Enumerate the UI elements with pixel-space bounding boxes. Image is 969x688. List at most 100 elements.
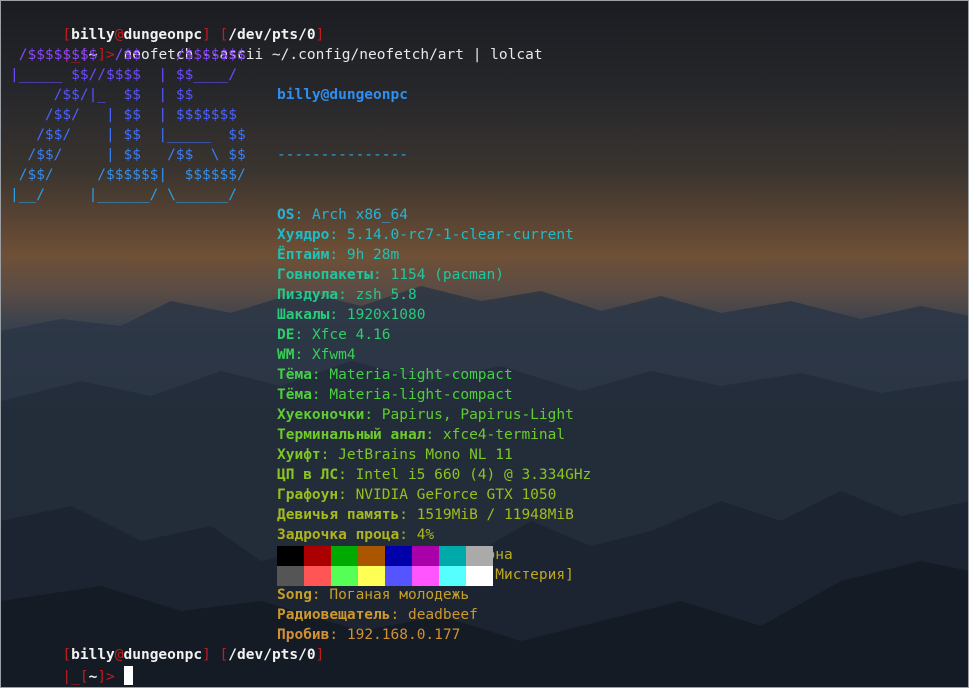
info-separator: --------------- xyxy=(277,147,408,163)
palette-bright-row xyxy=(277,566,493,586)
info-key: Хуеконочки xyxy=(277,407,365,423)
info-value: 1154 (pacman) xyxy=(390,267,505,283)
palette-swatch xyxy=(412,566,439,586)
info-row: Девичья память: 1519MiB / 11948MiB xyxy=(277,505,591,525)
palette-swatch xyxy=(385,546,412,566)
info-row: Хуифт: JetBrains Mono NL 11 xyxy=(277,445,591,465)
info-value: 9h 28m xyxy=(346,247,400,263)
info-row: Хуядро: 5.14.0-rc7-1-clear-current xyxy=(277,225,591,245)
info-header: billy@dungeonpc xyxy=(277,87,408,103)
info-key: ЦП в ЛС xyxy=(277,467,339,483)
info-value: Xfwm4 xyxy=(311,347,356,363)
info-key: Song xyxy=(277,587,312,603)
info-value: Xfce 4.16 xyxy=(311,327,391,343)
command-line: |_[~]> neofetch --ascii ~/.config/neofet… xyxy=(62,47,543,63)
info-key: Шакалы xyxy=(277,307,330,323)
info-key: OS xyxy=(277,207,295,223)
terminal-window[interactable]: [billy@dungeonpc] [/dev/pts/0] |_[~]> ne… xyxy=(0,0,969,688)
info-row: ЦП в ЛС: Intel i5 660 (4) @ 3.334GHz xyxy=(277,465,591,485)
palette-swatch xyxy=(331,566,358,586)
info-row: Song: Поганая молодежь xyxy=(277,585,591,605)
info-key-separator: : xyxy=(329,227,347,243)
info-key: Девичья память xyxy=(277,507,400,523)
palette-normal-row xyxy=(277,546,493,566)
palette-swatch xyxy=(277,566,304,586)
info-value: JetBrains Mono NL 11 xyxy=(338,447,513,463)
info-row: Задрочка проца: 4% xyxy=(277,525,591,545)
info-value: 4% xyxy=(416,527,435,543)
palette-swatch xyxy=(466,546,493,566)
info-row: DE: Xfce 4.16 xyxy=(277,325,591,345)
info-key-separator: : xyxy=(399,507,417,523)
info-key-separator: : xyxy=(399,527,417,543)
info-value: 192.168.0.177 xyxy=(346,627,461,643)
terminal-cursor[interactable] xyxy=(123,666,133,685)
info-value: xfce4-terminal xyxy=(442,427,566,443)
info-key: Пиздула xyxy=(277,287,339,303)
palette-swatch xyxy=(385,566,412,586)
info-value: zsh 5.8 xyxy=(355,287,417,303)
info-key: Тёма xyxy=(277,367,312,383)
ascii-art-line: /$$$$$$$$ /$$ /$$$$$$$ xyxy=(10,47,246,63)
info-key-separator: : xyxy=(364,407,382,423)
ascii-art-line: /$$/|_ $$ | $$ xyxy=(10,87,194,103)
info-key-separator: : xyxy=(311,387,330,403)
palette-swatch xyxy=(358,546,385,566)
info-value: Intel i5 660 (4) @ 3.334GHz xyxy=(355,467,592,483)
info-key: DE xyxy=(277,327,295,343)
info-key: Говнопакеты xyxy=(277,267,374,283)
input-line[interactable]: |_[~]> xyxy=(10,646,133,685)
palette-swatch xyxy=(304,566,331,586)
info-row: Терминальный анал: xfce4-terminal xyxy=(277,425,591,445)
color-palette xyxy=(277,546,493,586)
info-key-separator: : xyxy=(338,487,356,503)
info-row: WM: Xfwm4 xyxy=(277,345,591,365)
palette-swatch xyxy=(439,566,466,586)
info-row: Радиовещатель: deadbeef xyxy=(277,605,591,625)
info-value: Materia-light-compact xyxy=(329,387,513,403)
palette-swatch xyxy=(412,546,439,566)
info-key: Хуифт xyxy=(277,447,321,463)
ascii-art-line: /$$/ | $$ |_____ $$ xyxy=(10,127,246,143)
info-key-separator: : xyxy=(320,447,339,463)
info-key-separator: : xyxy=(294,327,312,343)
info-key: Терминальный анал xyxy=(277,427,426,443)
info-value: 1920x1080 xyxy=(346,307,426,323)
info-row: Тёма: Materia-light-compact xyxy=(277,365,591,385)
info-key-separator: : xyxy=(329,307,347,323)
info-row: OS: Arch x86_64 xyxy=(277,205,591,225)
palette-swatch xyxy=(358,566,385,586)
info-key-separator: : xyxy=(294,347,312,363)
palette-swatch xyxy=(331,546,358,566)
info-key: Тёма xyxy=(277,387,312,403)
info-key: WM xyxy=(277,347,295,363)
info-key-separator: : xyxy=(425,427,443,443)
palette-swatch xyxy=(304,546,331,566)
info-row: Графоун: NVIDIA GeForce GTX 1050 xyxy=(277,485,591,505)
info-key-separator: : xyxy=(338,287,356,303)
info-row: Ёптайм: 9h 28m xyxy=(277,245,591,265)
info-key: Графоун xyxy=(277,487,339,503)
info-value: Arch x86_64 xyxy=(311,207,408,223)
prompt-host: dungeonpc xyxy=(123,647,203,663)
prompt-line-1: [billy@dungeonpc] [/dev/pts/0] xyxy=(62,27,325,43)
info-row: Говнопакеты: 1154 (pacman) xyxy=(277,265,591,285)
info-key: Ёптайм xyxy=(277,247,330,263)
ascii-art-line: /$$/ | $$ /$$ \ $$ xyxy=(10,147,246,163)
info-key-separator: : xyxy=(294,207,312,223)
terminal-content[interactable]: [billy@dungeonpc] [/dev/pts/0] |_[~]> ne… xyxy=(1,1,968,687)
ascii-art-line: |_____ $$//$$$$ | $$____/ xyxy=(10,67,237,83)
prompt-line-2: [billy@dungeonpc] [/dev/pts/0] xyxy=(62,647,325,663)
ascii-art-line: |__/ |______/ \______/ xyxy=(10,187,237,203)
info-value: Papirus, Papirus-Light xyxy=(381,407,574,423)
neofetch-info: billy@dungeonpc --------------- OS: Arch… xyxy=(277,45,591,685)
ascii-art-line: /$$/ | $$ | $$$$$$$ xyxy=(10,107,237,123)
info-key-separator: : xyxy=(311,587,330,603)
info-value: Materia-light-compact xyxy=(329,367,513,383)
info-key: Хуядро xyxy=(277,227,330,243)
palette-swatch xyxy=(466,566,493,586)
ascii-art-line: /$$/ /$$$$$$| $$$$$$/ xyxy=(10,167,246,183)
info-key: Радиовещатель xyxy=(277,607,391,623)
info-row: Пиздула: zsh 5.8 xyxy=(277,285,591,305)
info-value: 5.14.0-rc7-1-clear-current xyxy=(346,227,574,243)
